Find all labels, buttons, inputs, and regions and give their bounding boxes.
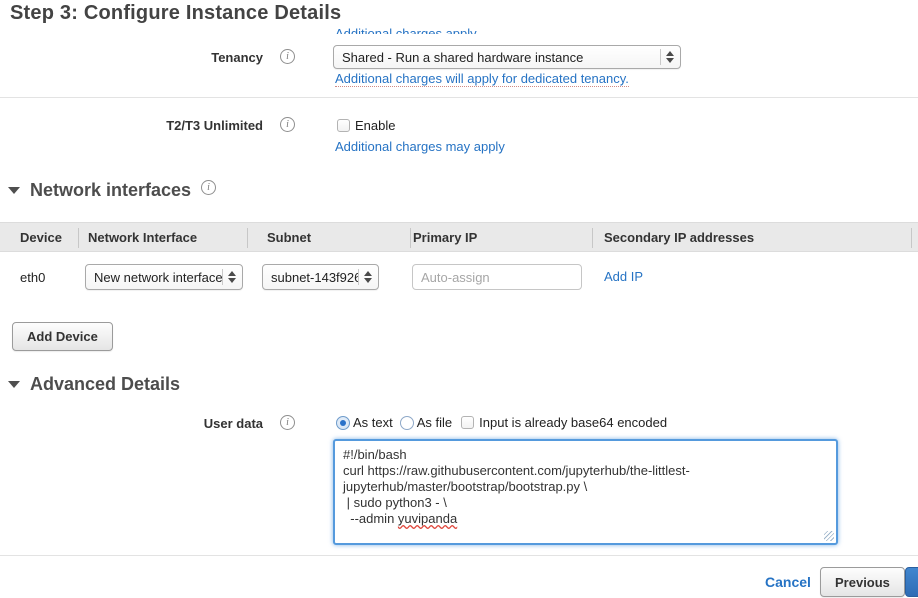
userdata-line: | sudo python3 - \ — [343, 495, 828, 511]
userdata-line: #!/bin/bash — [343, 447, 828, 463]
additional-charges-apply-link[interactable]: Additional charges apply. — [335, 26, 479, 34]
tenancy-info-icon[interactable]: i — [280, 49, 295, 64]
subnet-select[interactable]: subnet-143f9263 — [262, 264, 379, 290]
footer-divider — [0, 555, 918, 556]
as-text-radio[interactable] — [336, 416, 350, 430]
user-data-label: User data — [0, 416, 263, 431]
user-data-textarea[interactable]: #!/bin/bash curl https://raw.githubuserc… — [333, 439, 838, 545]
next-button[interactable] — [905, 567, 918, 597]
advanced-details-section-header: Advanced Details — [8, 374, 180, 395]
as-file-radio[interactable] — [400, 416, 414, 430]
tenancy-label: Tenancy — [0, 50, 263, 65]
dedicated-tenancy-charges-link[interactable]: Additional charges will apply for dedica… — [335, 71, 629, 87]
userdata-line: --admin yuvipanda — [343, 511, 828, 527]
page-title: Step 3: Configure Instance Details — [10, 2, 341, 25]
network-interfaces-info-icon[interactable]: i — [201, 180, 216, 195]
select-stepper-icon — [358, 269, 378, 285]
tenancy-select-value: Shared - Run a shared hardware instance — [334, 50, 660, 65]
select-stepper-icon — [660, 49, 680, 65]
user-data-info-icon[interactable]: i — [280, 415, 295, 430]
t2t3-unlimited-label: T2/T3 Unlimited — [0, 118, 263, 133]
col-network-interface: Network Interface — [88, 223, 197, 253]
t2t3-info-icon[interactable]: i — [280, 117, 295, 132]
network-interface-select[interactable]: New network interface — [85, 264, 243, 290]
base64-checkbox[interactable] — [461, 416, 474, 429]
userdata-line: curl https://raw.githubusercontent.com/j… — [343, 463, 828, 479]
collapse-arrow-icon[interactable] — [8, 187, 20, 194]
col-primary-ip: Primary IP — [413, 223, 477, 253]
t2t3-enable-label: Enable — [355, 118, 395, 133]
col-device: Device — [20, 223, 62, 253]
as-text-label: As text — [353, 415, 393, 430]
section-divider — [0, 97, 918, 98]
t2t3-enable-checkbox[interactable] — [337, 119, 350, 132]
tenancy-select[interactable]: Shared - Run a shared hardware instance — [333, 45, 681, 69]
network-interfaces-title: Network interfaces — [30, 180, 191, 201]
add-device-button[interactable]: Add Device — [12, 322, 113, 351]
resize-grip-icon[interactable] — [824, 531, 834, 541]
col-secondary-ip: Secondary IP addresses — [604, 223, 754, 253]
network-interface-select-value: New network interface — [86, 270, 222, 285]
user-data-mode-controls: As text As file Input is already base64 … — [336, 415, 667, 430]
advanced-details-title: Advanced Details — [30, 374, 180, 395]
col-subnet: Subnet — [267, 223, 311, 253]
t2t3-charges-link[interactable]: Additional charges may apply — [335, 139, 505, 154]
cancel-link[interactable]: Cancel — [765, 574, 811, 590]
select-stepper-icon — [222, 269, 242, 285]
network-interfaces-section-header: Network interfaces i — [8, 180, 216, 201]
device-eth0: eth0 — [20, 270, 45, 285]
network-table-header: Device Network Interface Subnet Primary … — [0, 222, 918, 252]
add-ip-link[interactable]: Add IP — [604, 269, 643, 284]
collapse-arrow-icon[interactable] — [8, 381, 20, 388]
previous-button[interactable]: Previous — [820, 567, 905, 597]
userdata-line: jupyterhub/master/bootstrap/bootstrap.py… — [343, 479, 828, 495]
configure-instance-page: Step 3: Configure Instance Details Addit… — [0, 0, 918, 598]
misspelled-word: yuvipanda — [398, 511, 457, 526]
as-file-label: As file — [417, 415, 452, 430]
primary-ip-input[interactable] — [412, 264, 582, 290]
subnet-select-value: subnet-143f9263 — [263, 270, 358, 285]
clipped-charges-link-wrap: Additional charges apply. — [335, 25, 479, 34]
base64-label: Input is already base64 encoded — [479, 415, 667, 430]
